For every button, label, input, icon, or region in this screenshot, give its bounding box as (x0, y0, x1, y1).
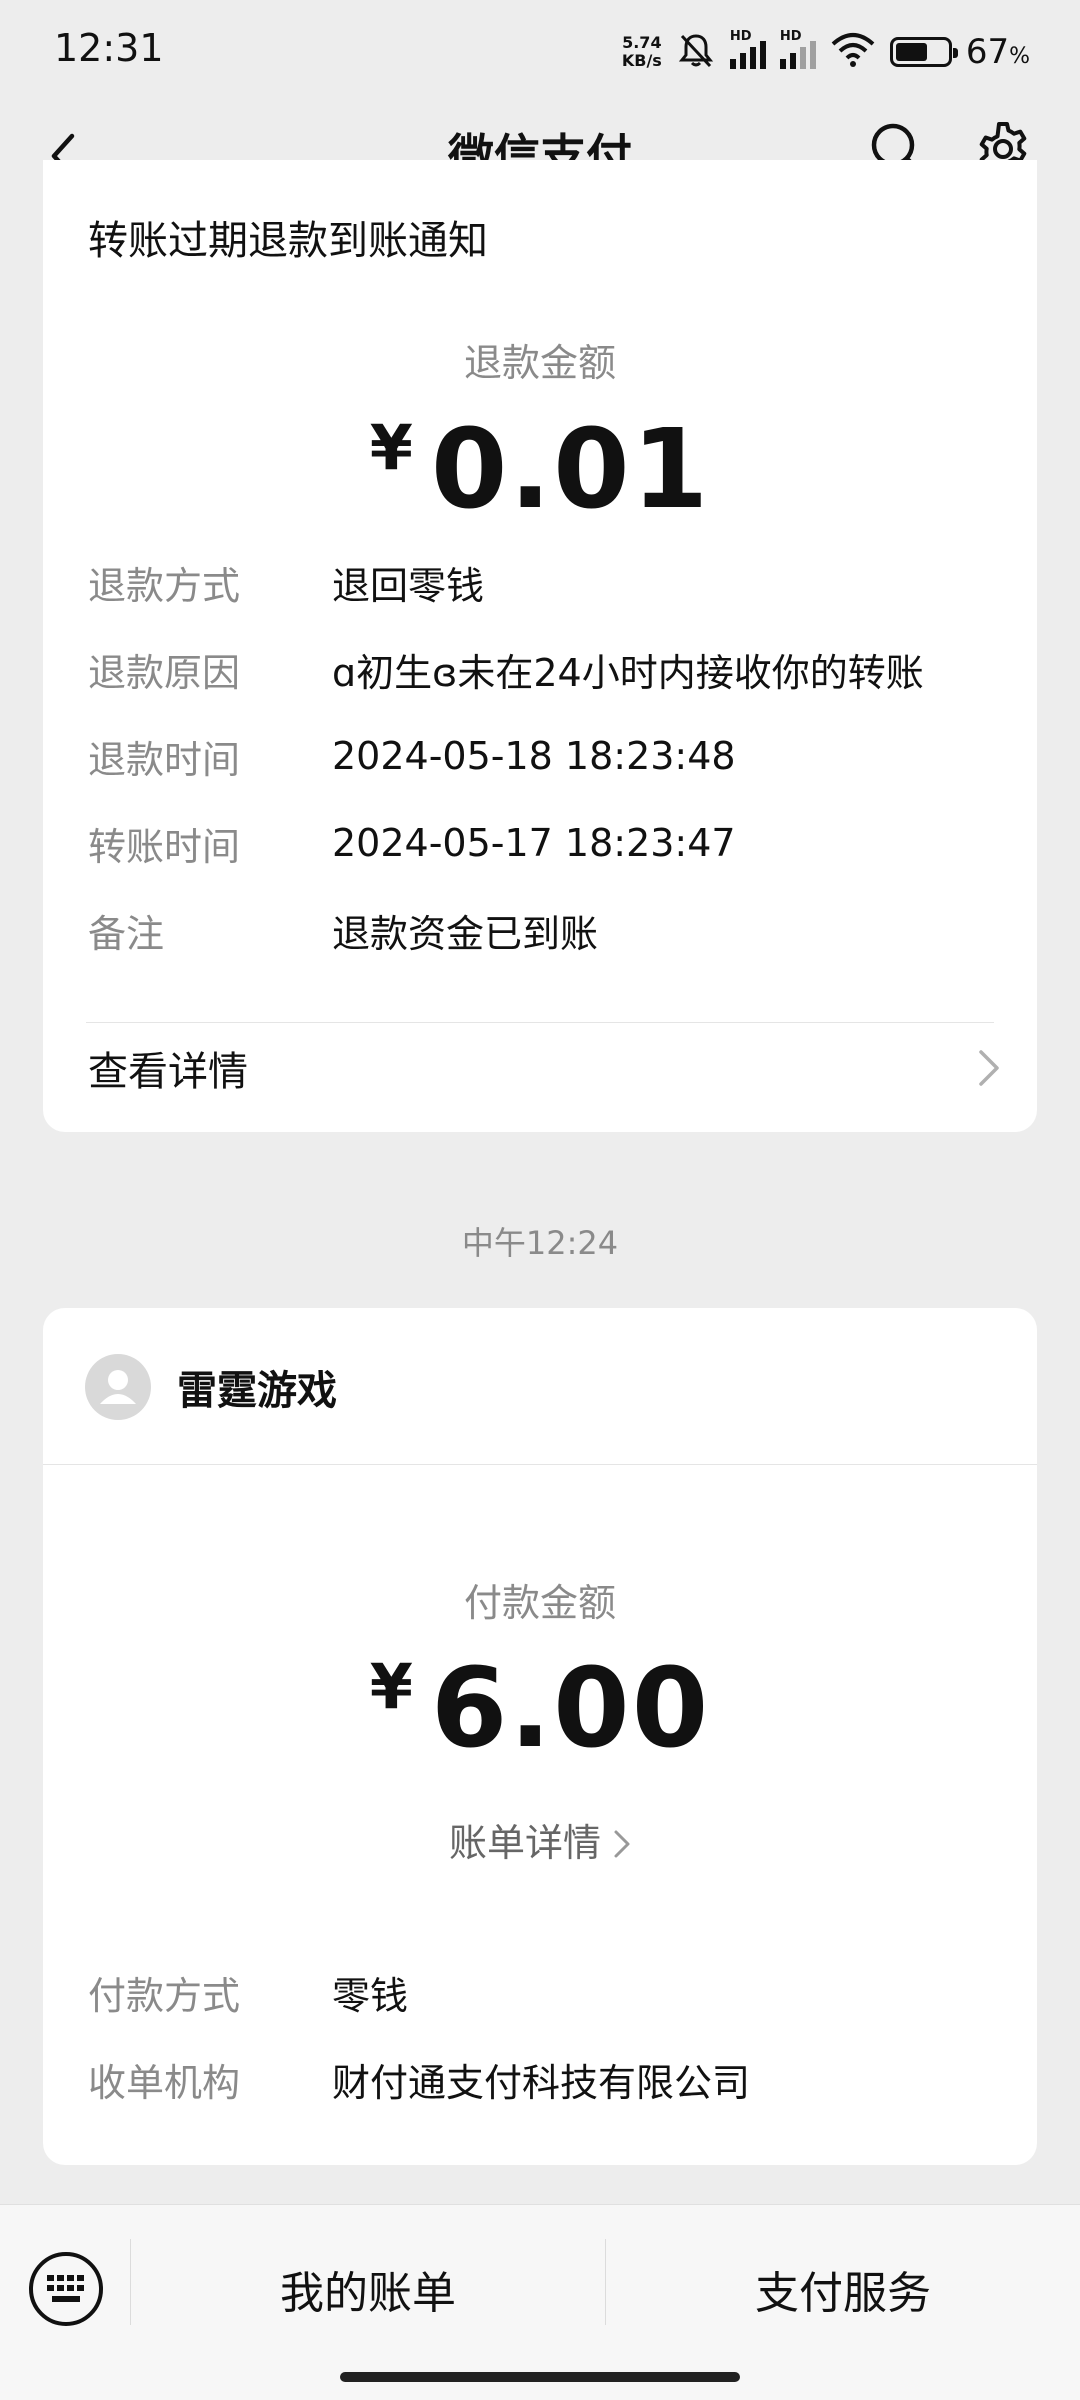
refund-method-value: 退回零钱 (332, 563, 485, 608)
acquirer-row: 收单机构 财付通支付科技有限公司 (88, 2049, 750, 2109)
refund-time-row: 退款时间 2024-05-18 18:23:48 (88, 726, 736, 786)
signal-icon-2: HD (779, 29, 816, 69)
refund-time-key: 退款时间 (88, 737, 241, 782)
keyboard-icon (29, 2252, 103, 2326)
view-details-label: 查看详情 (88, 1049, 248, 1095)
merchant-row[interactable]: 雷霆游戏 (85, 1352, 337, 1422)
default-avatar-icon (100, 1370, 136, 1404)
remark-value: 退款资金已到账 (332, 911, 599, 956)
payment-method-value: 零钱 (332, 1973, 409, 2018)
transfer-time-value: 2024-05-17 18:23:47 (332, 821, 736, 865)
wifi-icon (830, 32, 876, 72)
refund-time-value: 2024-05-18 18:23:48 (332, 734, 736, 778)
tab-my-bills[interactable]: 我的账单 (131, 2249, 605, 2329)
refund-method-row: 退款方式 退回零钱 (88, 552, 484, 612)
battery-icon (889, 37, 958, 67)
payment-amount-value: 6.00 (430, 1644, 711, 1772)
payment-method-key: 付款方式 (88, 1973, 241, 2018)
merchant-name: 雷霆游戏 (177, 1368, 337, 1414)
currency-symbol: ¥ (369, 1650, 413, 1723)
remark-row: 备注 退款资金已到账 (88, 900, 598, 960)
transfer-time-row: 转账时间 2024-05-17 18:23:47 (88, 813, 736, 873)
chevron-right-icon (613, 1824, 631, 1868)
payment-amount: ¥6.00 (43, 1644, 1037, 1772)
payment-card: 雷霆游戏 付款金额 ¥6.00 账单详情 付款方式 零钱 收单机构 财付通支付科… (43, 1308, 1037, 2165)
tab-payment-services[interactable]: 支付服务 (606, 2249, 1080, 2329)
acquirer-key: 收单机构 (88, 2060, 241, 2105)
divider (86, 1022, 994, 1023)
avatar (85, 1354, 151, 1420)
home-indicator[interactable] (340, 2372, 740, 2382)
refund-card-heading: 转账过期退款到账通知 (88, 218, 488, 264)
refund-notice-card: 转账过期退款到账通知 退款金额 ¥0.01 退款方式 退回零钱 退款原因 ɑ初生… (43, 160, 1037, 1132)
battery-level: 67% (965, 32, 1030, 72)
remark-key: 备注 (88, 911, 165, 956)
message-timestamp: 中午12:24 (461, 1224, 619, 1262)
payment-method-row: 付款方式 零钱 (88, 1962, 408, 2022)
transfer-time-key: 转账时间 (88, 824, 241, 869)
signal-icon-1: HD (729, 29, 766, 69)
divider (43, 1464, 1037, 1465)
status-bar: 12:31 5.74 KB/s HD HD 67% (0, 0, 1080, 100)
chevron-right-icon (979, 1050, 999, 1086)
refund-reason-value: ɑ初生ɞ未在24小时内接收你的转账 (332, 650, 924, 695)
refund-method-key: 退款方式 (88, 563, 241, 608)
refund-amount: ¥0.01 (43, 405, 1037, 533)
bill-details-label: 账单详情 (448, 1821, 601, 1865)
refund-reason-row: 退款原因 ɑ初生ɞ未在24小时内接收你的转账 (88, 639, 924, 699)
refund-reason-key: 退款原因 (88, 650, 241, 695)
network-speed-value: 5.74 (622, 33, 662, 52)
network-speed-unit: KB/s (621, 51, 662, 70)
mute-bell-icon (676, 30, 716, 74)
refund-amount-label: 退款金额 (463, 341, 616, 385)
view-details-row[interactable]: 查看详情 (88, 1028, 1001, 1108)
bill-details-link[interactable]: 账单详情 (43, 1812, 1037, 1868)
acquirer-value: 财付通支付科技有限公司 (332, 2060, 751, 2105)
bottom-bar: 我的账单 支付服务 (0, 2204, 1080, 2400)
status-icons: 5.74 KB/s HD HD 67% (622, 28, 1030, 76)
keyboard-toggle-button[interactable] (26, 2249, 106, 2329)
payment-amount-label: 付款金额 (463, 1581, 616, 1625)
refund-amount-value: 0.01 (430, 405, 711, 533)
status-time: 12:31 (54, 26, 164, 70)
network-speed: 5.74 KB/s (622, 34, 662, 70)
currency-symbol: ¥ (369, 411, 413, 484)
